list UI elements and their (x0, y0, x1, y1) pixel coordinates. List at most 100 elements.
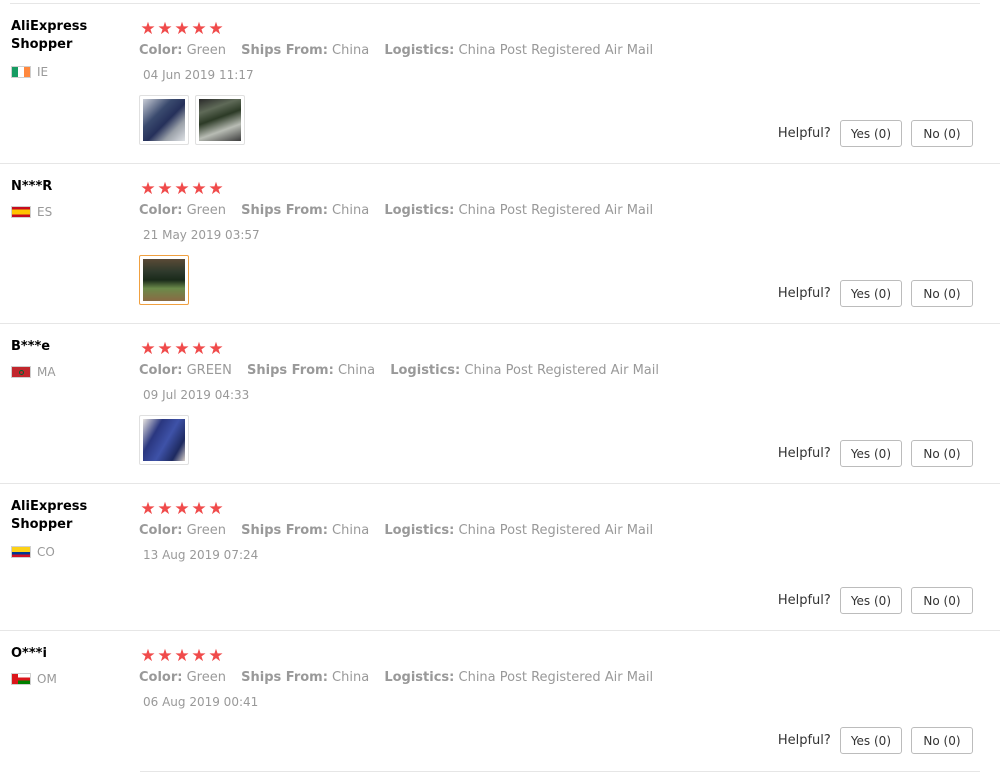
color-key: Color: (139, 43, 183, 58)
star-icon: ★ (157, 646, 173, 666)
country-code: ES (37, 205, 53, 219)
reviewer-country: OM (11, 672, 57, 686)
star-icon: ★ (208, 179, 224, 199)
star-icon: ★ (191, 499, 207, 519)
star-icon: ★ (174, 179, 190, 199)
helpful-no-button[interactable]: No (0) (911, 280, 973, 307)
logistics-key: Logistics: (384, 203, 455, 218)
helpful-yes-button[interactable]: Yes (0) (839, 280, 902, 307)
review-photos (139, 95, 245, 145)
colombia-flag-icon (11, 546, 31, 558)
helpful-vote: Helpful? Yes (0) No (0) (778, 440, 973, 467)
star-icon: ★ (174, 646, 190, 666)
review-item: AliExpress Shopper IE ★ ★ ★ ★ ★ Color: Green… (0, 4, 1000, 164)
ships-from-key: Ships From: (241, 43, 328, 58)
color-value: Green (186, 203, 226, 218)
oman-flag-icon (11, 673, 31, 685)
star-icon: ★ (174, 339, 190, 359)
review-date: 04 Jun 2019 11:17 (143, 68, 254, 82)
helpful-vote: Helpful? Yes (0) No (0) (778, 120, 973, 147)
review-photos (139, 255, 189, 305)
ireland-flag-icon (11, 66, 31, 78)
review-item: N***R ES ★ ★ ★ ★ ★ Color: Green Ships From: … (0, 164, 1000, 324)
helpful-label: Helpful? (777, 126, 831, 141)
color-value: Green (186, 523, 226, 538)
order-attributes: Color: Green Ships From: China Logistics… (139, 523, 664, 538)
color-key: Color: (139, 203, 183, 218)
logistics-key: Logistics: (390, 363, 461, 378)
reviewer-country: ES (11, 205, 52, 219)
country-code: MA (37, 365, 56, 379)
star-icon: ★ (157, 19, 173, 39)
review-photo-thumbnail[interactable] (139, 255, 189, 305)
country-code: CO (37, 545, 55, 559)
reviewer-name: AliExpress Shopper (11, 19, 88, 52)
color-key: Color: (139, 523, 183, 538)
star-rating: ★ ★ ★ ★ ★ (140, 500, 224, 518)
ships-from-key: Ships From: (241, 523, 328, 538)
review-photo-thumbnail[interactable] (139, 415, 189, 465)
review-item: B***e MA ★ ★ ★ ★ ★ Color: GREEN Ships From: … (0, 324, 1000, 484)
helpful-vote: Helpful? Yes (0) No (0) (778, 727, 973, 754)
logistics-value: China Post Registered Air Mail (458, 523, 654, 538)
logistics-value: China Post Registered Air Mail (458, 670, 654, 685)
order-attributes: Color: GREEN Ships From: China Logistics… (139, 363, 670, 378)
review-date: 13 Aug 2019 07:24 (143, 548, 259, 562)
logistics-value: China Post Registered Air Mail (464, 363, 659, 378)
review-date: 21 May 2019 03:57 (143, 228, 260, 242)
star-icon: ★ (208, 499, 224, 519)
logistics-key: Logistics: (384, 523, 455, 538)
helpful-vote: Helpful? Yes (0) No (0) (778, 280, 973, 307)
helpful-label: Helpful? (777, 286, 831, 301)
order-attributes: Color: Green Ships From: China Logistics… (139, 670, 664, 685)
logistics-key: Logistics: (384, 670, 455, 685)
ships-from-key: Ships From: (241, 670, 328, 685)
reviewer-name: B***e (11, 339, 51, 354)
helpful-no-button[interactable]: No (0) (911, 727, 973, 754)
star-icon: ★ (140, 499, 156, 519)
bottom-divider (140, 771, 980, 772)
country-code: IE (37, 65, 49, 79)
review-photo-thumbnail[interactable] (139, 95, 189, 145)
color-value: Green (186, 670, 226, 685)
ships-from-key: Ships From: (247, 363, 334, 378)
reviewer-country: MA (11, 365, 56, 379)
ships-from-value: China (332, 670, 370, 685)
color-value: Green (186, 43, 226, 58)
star-icon: ★ (208, 19, 224, 39)
ships-from-key: Ships From: (241, 203, 328, 218)
star-icon: ★ (174, 19, 190, 39)
helpful-no-button[interactable]: No (0) (911, 120, 973, 147)
helpful-yes-button[interactable]: Yes (0) (839, 587, 902, 614)
helpful-no-button[interactable]: No (0) (911, 440, 973, 467)
review-photos (139, 415, 189, 465)
review-date: 09 Jul 2019 04:33 (143, 388, 250, 402)
review-item: O***i OM ★ ★ ★ ★ ★ Color: Green Ships From: … (0, 631, 1000, 771)
color-value: GREEN (186, 363, 232, 378)
ships-from-value: China (332, 43, 370, 58)
helpful-yes-button[interactable]: Yes (0) (839, 440, 902, 467)
star-icon: ★ (174, 499, 190, 519)
helpful-label: Helpful? (777, 733, 831, 748)
reviewer-name: O***i (11, 646, 47, 661)
helpful-vote: Helpful? Yes (0) No (0) (778, 587, 973, 614)
star-icon: ★ (191, 339, 207, 359)
review-photo-thumbnail[interactable] (195, 95, 245, 145)
helpful-label: Helpful? (777, 593, 831, 608)
star-rating: ★ ★ ★ ★ ★ (140, 180, 224, 198)
star-icon: ★ (208, 646, 224, 666)
reviewer-name: AliExpress Shopper (11, 499, 88, 532)
star-rating: ★ ★ ★ ★ ★ (140, 340, 224, 358)
color-key: Color: (139, 363, 183, 378)
reviewer-name: N***R (11, 179, 53, 194)
star-rating: ★ ★ ★ ★ ★ (140, 20, 224, 38)
helpful-no-button[interactable]: No (0) (911, 587, 973, 614)
country-code: OM (37, 672, 57, 686)
ships-from-value: China (332, 523, 370, 538)
spain-flag-icon (11, 206, 31, 218)
helpful-yes-button[interactable]: Yes (0) (839, 727, 902, 754)
star-icon: ★ (157, 339, 173, 359)
star-icon: ★ (191, 646, 207, 666)
logistics-value: China Post Registered Air Mail (458, 203, 654, 218)
helpful-yes-button[interactable]: Yes (0) (839, 120, 902, 147)
